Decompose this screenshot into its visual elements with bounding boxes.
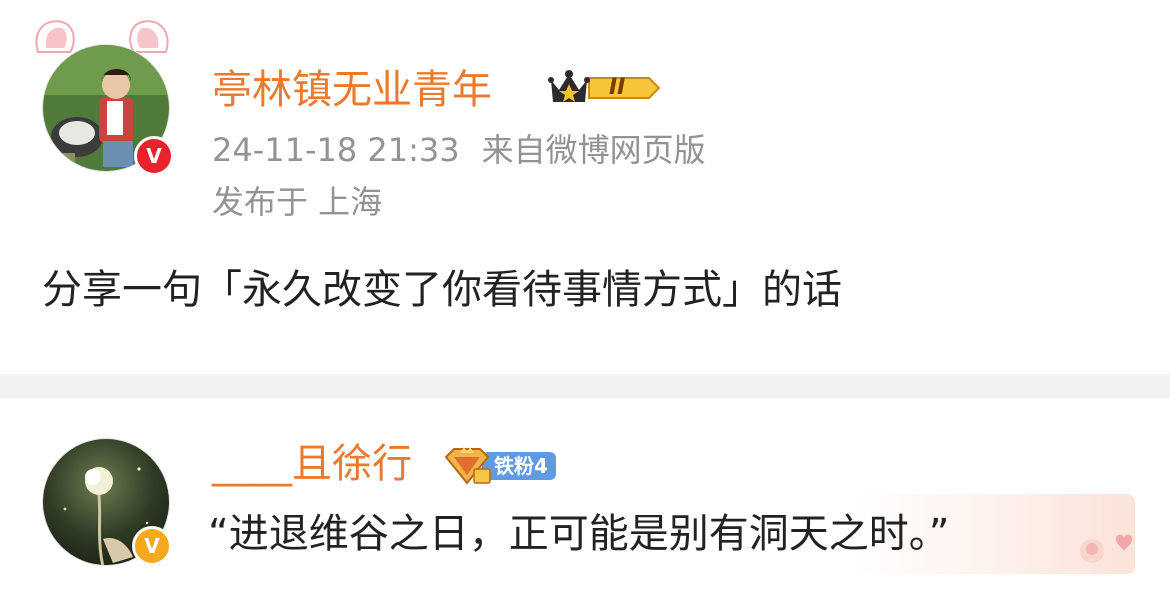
verified-badge-icon: V — [134, 136, 174, 176]
diamond-crown-icon — [444, 447, 491, 485]
verified-badge-icon: V — [132, 526, 172, 566]
post-source: 来自微博网页版 — [481, 131, 706, 169]
comment-text[interactable]: “进退维谷之日，正可能是别有洞天之时。” — [208, 510, 949, 558]
crown-icon — [548, 70, 661, 102]
commenter-avatar[interactable]: V — [42, 438, 172, 566]
commenter-name[interactable]: ____且徐行 — [212, 440, 412, 488]
post-author-name[interactable]: 亭林镇无业青年 — [212, 66, 492, 114]
post-location: 发布于 上海 — [212, 183, 383, 221]
post-timestamp[interactable]: 24-11-18 21:33 — [212, 131, 460, 169]
member-level-label: II — [609, 75, 626, 100]
member-level-badge[interactable]: II — [545, 66, 663, 114]
fan-level-badge[interactable]: 铁粉4 — [440, 443, 570, 485]
post-meta-line: 24-11-18 21:33 来自微博网页版 — [212, 130, 706, 170]
author-avatar[interactable]: V — [42, 44, 174, 176]
post-text[interactable]: 分享一句「永久改变了你看待事情方式」的话 — [42, 266, 842, 314]
bubble-sticker-icon — [1080, 534, 1132, 563]
post-card: V 亭林镇无业青年 II 24-11-18 21:33 来自微博网页版 发布于 上… — [0, 0, 1170, 374]
section-divider — [0, 374, 1170, 398]
